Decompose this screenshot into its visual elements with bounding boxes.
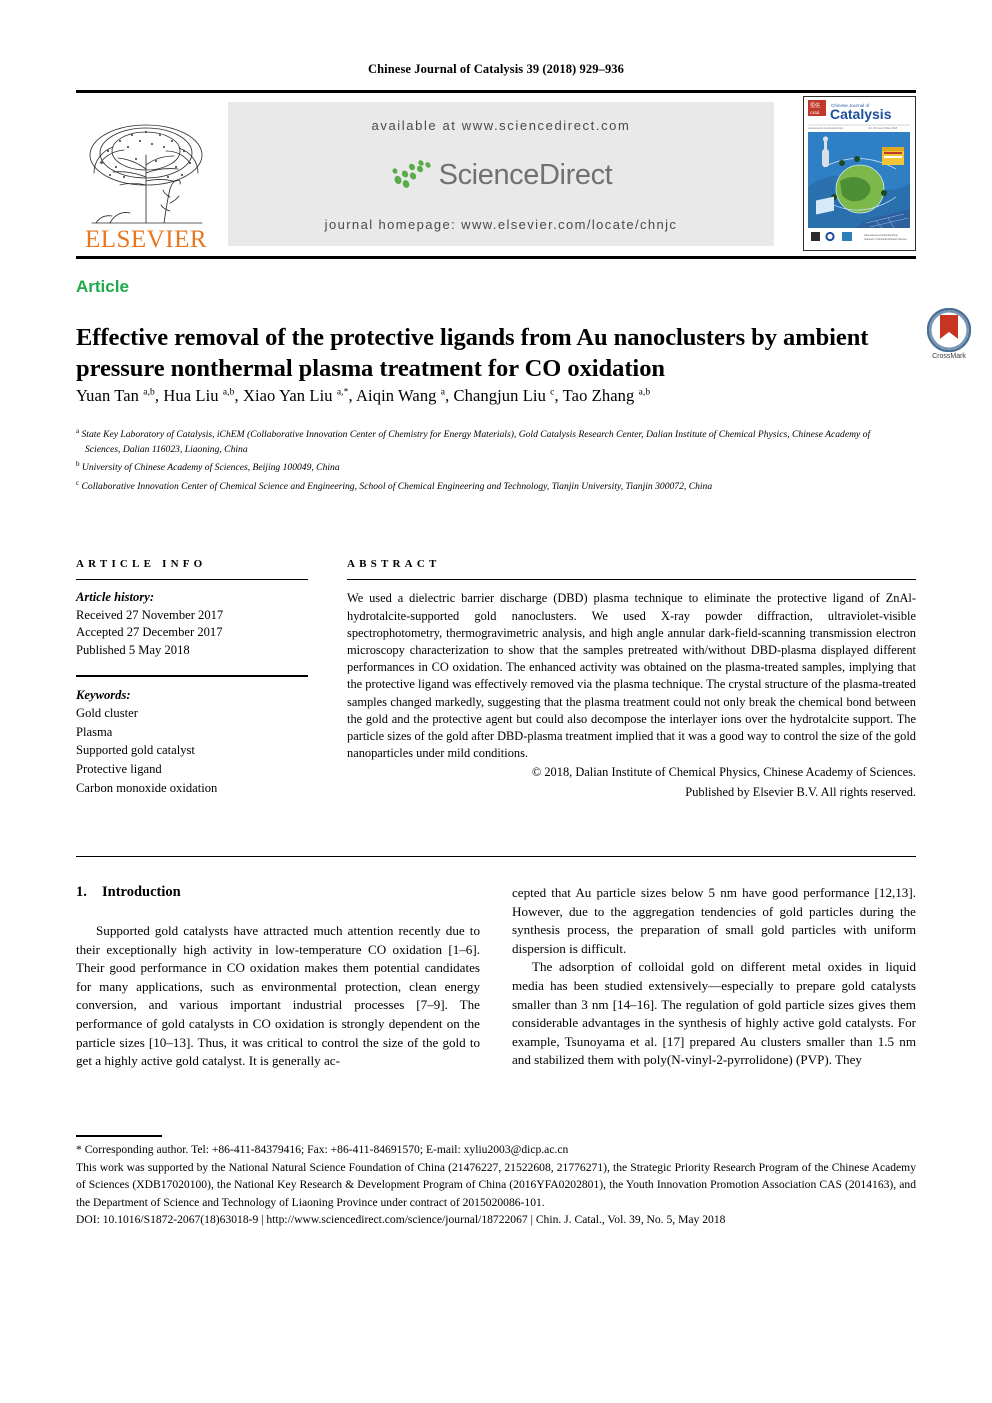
svg-text:www.elsevier.com/locate/chnjc: www.elsevier.com/locate/chnjc xyxy=(864,234,899,237)
crossmark-label: CrossMark xyxy=(932,353,966,360)
author-name: Changjun Liu xyxy=(453,386,551,405)
corresponding-author-note: * Corresponding author. Tel: +86-411-843… xyxy=(76,1143,569,1156)
intro-paragraph-left: Supported gold catalysts have attracted … xyxy=(76,923,480,1069)
available-at-text: available at www.sciencedirect.com xyxy=(371,118,631,133)
body-column-right: cepted that Au particle sizes below 5 nm… xyxy=(512,884,916,1070)
sciencedirect-wordmark: ScienceDirect xyxy=(438,158,613,191)
affiliation-text: University of Chinese Academy of Science… xyxy=(79,462,340,474)
article-history-item: Received 27 November 2017 xyxy=(76,607,224,622)
affiliation-item: b University of Chinese Academy of Scien… xyxy=(76,457,904,476)
sciencedirect-band: available at www.sciencedirect.com Scien… xyxy=(228,102,774,246)
keywords-rule xyxy=(76,674,308,677)
author-affiliation-marker: a,* xyxy=(336,387,349,398)
sciencedirect-logo: ScienceDirect xyxy=(390,159,613,192)
keyword-item: Gold cluster xyxy=(76,706,138,721)
affiliation-list: a State Key Laboratory of Catalysis, iCh… xyxy=(76,424,904,495)
journal-cover-image: 恒信 catal Chinese Journal of Catalysis www… xyxy=(803,96,916,251)
copyright-line-2: Published by Elsevier B.V. All rights re… xyxy=(685,784,916,799)
sciencedirect-leaves-icon xyxy=(392,160,431,188)
author-affiliation-marker: a xyxy=(440,387,446,398)
section-title: Introduction xyxy=(102,884,181,900)
footnote-block: * Corresponding author. Tel: +86-411-843… xyxy=(76,1141,916,1229)
header-rule-top xyxy=(76,90,916,93)
author-affiliation-marker: a,b xyxy=(143,387,155,398)
doi-note[interactable]: DOI: 10.1016/S1872-2067(18)63018-9 | htt… xyxy=(76,1211,916,1229)
article-history-item: Accepted 27 December 2017 xyxy=(76,625,223,640)
svg-text:恒信: 恒信 xyxy=(810,102,820,109)
abstract-rule xyxy=(347,579,916,581)
copyright-line-1: © 2018, Dalian Institute of Chemical Phy… xyxy=(531,765,916,780)
header-rule-bottom xyxy=(76,256,916,259)
running-head: Chinese Journal of Catalysis 39 (2018) 9… xyxy=(368,62,624,76)
body-column-left: 1. Introduction Supported gold catalysts … xyxy=(76,884,480,1071)
keywords-block: Keywords: Gold cluster Plasma Supported go… xyxy=(76,686,308,798)
author-affiliation-marker: a,b xyxy=(222,387,235,398)
keyword-item: Protective ligand xyxy=(76,762,162,777)
intro-paragraph-right-2: The adsorption of colloidal gold on diff… xyxy=(512,959,916,1068)
article-info-rule xyxy=(76,579,308,581)
journal-masthead: ELSEVIER available at www.sciencedirect.… xyxy=(76,96,916,252)
keyword-items: Gold cluster Plasma Supported gold catalys… xyxy=(76,704,308,797)
article-info-column: ARTICLE INFO Article history: Received 2… xyxy=(76,558,308,797)
svg-text:Indexed in Chemical Abstracts: Indexed in Chemical Abstracts Service xyxy=(864,238,907,241)
svg-text:Catalysis: Catalysis xyxy=(830,106,892,122)
crossmark-icon xyxy=(927,308,971,352)
keywords-label: Keywords: xyxy=(76,687,131,702)
elsevier-logo: ELSEVIER xyxy=(76,96,216,252)
keyword-item: Carbon monoxide oxidation xyxy=(76,780,218,795)
funding-note: This work was supported by the National … xyxy=(76,1160,916,1209)
svg-text:catal: catal xyxy=(810,111,820,116)
article-type-label: Article xyxy=(76,277,129,296)
article-history-block: Article history: Received 27 November 20… xyxy=(76,589,308,659)
abstract-column: ABSTRACT We used a dielectric barrier di… xyxy=(347,558,916,801)
keyword-item: Supported gold catalyst xyxy=(76,743,195,758)
article-history-items: Received 27 November 2017 Accepted 27 Dec… xyxy=(76,607,308,660)
affiliation-text: State Key Laboratory of Catalysis, iChEM… xyxy=(79,429,871,455)
footnote-rule xyxy=(76,1135,162,1137)
article-history-item: Published 5 May 2018 xyxy=(76,643,190,658)
abstract-text: We used a dielectric barrier discharge (… xyxy=(347,591,916,761)
author-list: Yuan Tan a,b, Hua Liu a,b, Xiao Yan Liu … xyxy=(76,386,651,405)
elsevier-tree-icon xyxy=(89,124,203,224)
affiliation-text: Collaborative Innovation Center of Chemi… xyxy=(79,481,713,493)
section-number: 1. xyxy=(76,884,87,900)
author-affiliation-marker: c xyxy=(550,387,555,398)
author-name: Yuan Tan xyxy=(76,386,144,405)
keyword-item: Plasma xyxy=(76,724,113,739)
page-title: Effective removal of the protective liga… xyxy=(76,324,869,383)
svg-text:Vol. 39 Issue 5 May 2018: Vol. 39 Issue 5 May 2018 xyxy=(868,126,898,130)
author-name: Hua Liu xyxy=(163,386,223,405)
journal-homepage-text: journal homepage: www.elsevier.com/locat… xyxy=(324,217,678,232)
article-info-heading: ARTICLE INFO xyxy=(76,558,207,570)
author-name: Xiao Yan Liu xyxy=(242,386,337,405)
author-affiliation-marker: a,b xyxy=(638,387,651,398)
article-history-label: Article history: xyxy=(76,590,155,605)
journal-cover-art: 恒信catal Chinese Journal of Catalysis www… xyxy=(804,97,914,249)
abstract-heading: ABSTRACT xyxy=(347,558,441,570)
author-name: Tao Zhang xyxy=(562,386,639,405)
elsevier-wordmark: ELSEVIER xyxy=(84,226,208,252)
affiliation-item: a State Key Laboratory of Catalysis, iCh… xyxy=(76,424,904,457)
svg-text:www.elsevier.com/locate/chnjc: www.elsevier.com/locate/chnjc xyxy=(808,126,844,130)
abstract-body-separator xyxy=(76,856,916,858)
author-name: Aiqin Wang xyxy=(356,386,441,405)
intro-paragraph-right-1: cepted that Au particle sizes below 5 nm… xyxy=(512,885,916,956)
crossmark-badge[interactable]: CrossMark xyxy=(918,308,980,360)
section-heading-introduction: 1. Introduction xyxy=(76,884,480,901)
affiliation-item: c Collaborative Innovation Center of Che… xyxy=(76,476,904,495)
paper-page: Chinese Journal of Catalysis 39 (2018) 9… xyxy=(0,0,992,1403)
